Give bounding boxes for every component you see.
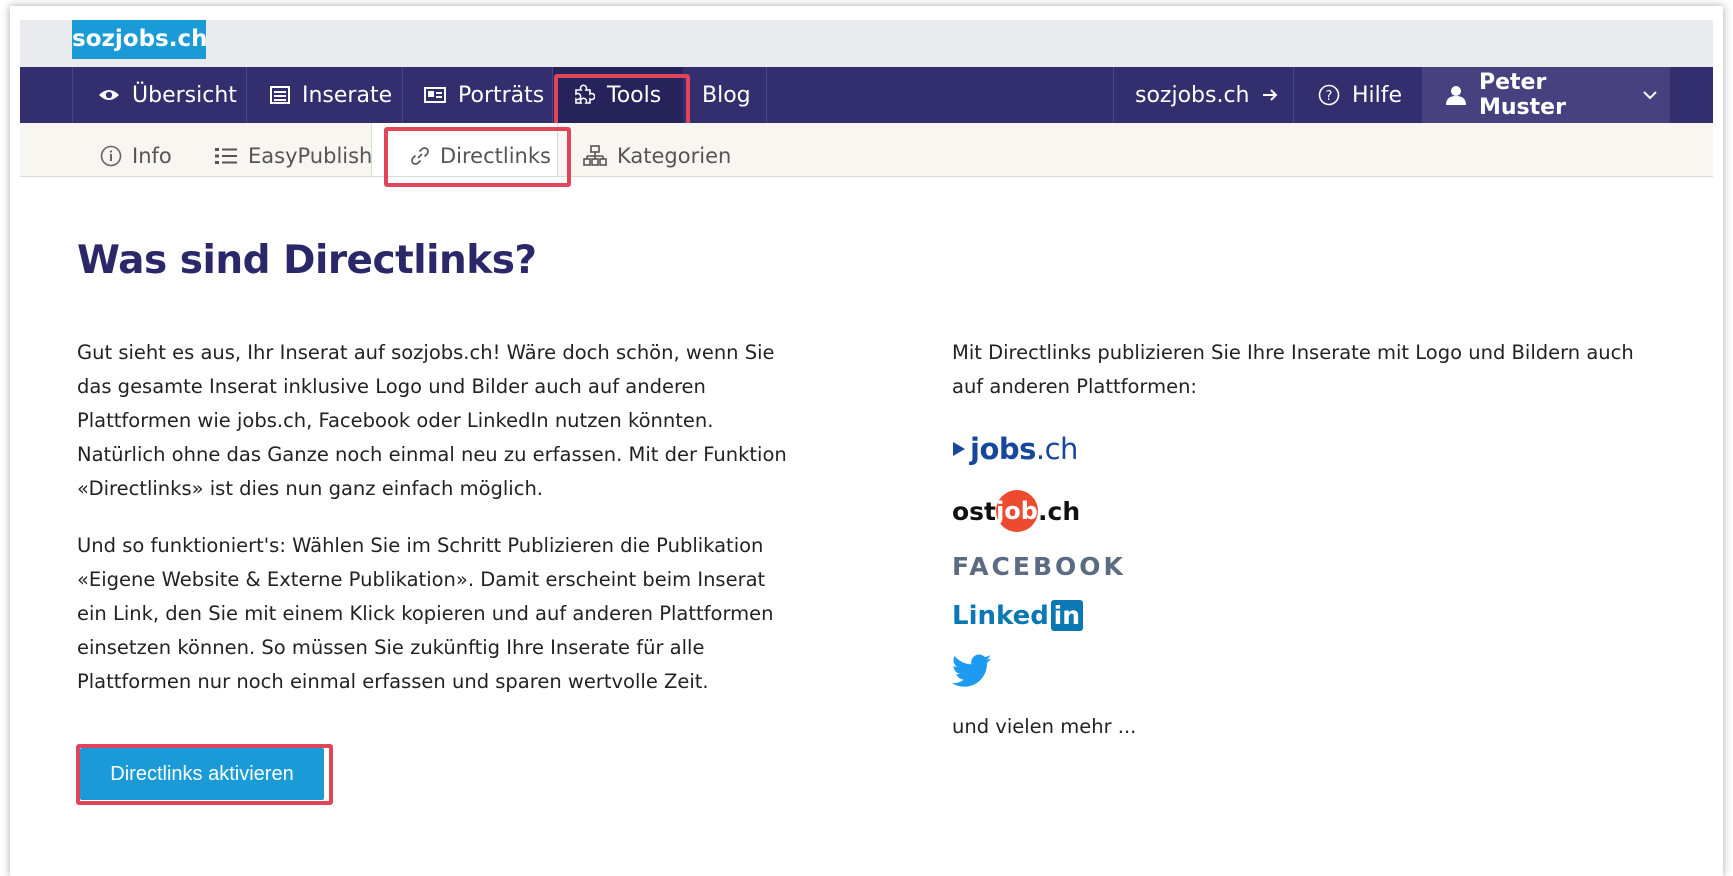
- question-circle-icon: ?: [1318, 84, 1340, 106]
- nav-item-uebersicht[interactable]: Übersicht: [98, 67, 237, 123]
- nav-label: Blog: [702, 82, 751, 108]
- subnav-item-easypublish[interactable]: EasyPublish: [214, 129, 372, 182]
- twitter-bird-icon: [951, 654, 992, 692]
- user-name: Peter Muster: [1479, 70, 1566, 120]
- chevron-down-icon: [1642, 90, 1658, 100]
- eye-icon: [98, 88, 120, 102]
- text-line: Und so funktioniert's: Wählen Sie im Sch…: [77, 534, 764, 557]
- text-line: einsetzen können. So müssen Sie zukünfti…: [77, 636, 705, 659]
- linkedin-logo: Linked in: [952, 600, 1083, 631]
- facebook-logo: FACEBOOK: [952, 552, 1126, 581]
- text-line: Plattformen nur noch einmal erfassen und…: [77, 670, 709, 693]
- site-link-label: sozjobs.ch: [1135, 82, 1250, 108]
- text-line: auf anderen Plattformen:: [952, 375, 1198, 398]
- list-box-icon: [270, 86, 290, 104]
- user-icon: [1445, 84, 1467, 106]
- nav-label: Porträts: [458, 82, 545, 108]
- nav-item-inserate[interactable]: Inserate: [270, 67, 392, 123]
- help-label: Hilfe: [1352, 82, 1403, 108]
- brand-logo[interactable]: sozjobs.ch: [72, 20, 207, 59]
- jobs-ch-logo: jobs .ch: [952, 432, 1078, 466]
- nav-label: Übersicht: [132, 82, 237, 108]
- main-nav: Übersicht Inserate Porträts Tools Blog s…: [20, 67, 1713, 123]
- directlinks-highlight: [384, 127, 571, 187]
- svg-text:?: ?: [1326, 89, 1333, 104]
- list-icon: [214, 146, 238, 166]
- site-link[interactable]: sozjobs.ch: [1135, 67, 1278, 123]
- text-line: ein Link, den Sie mit einem Klick kopier…: [77, 602, 774, 625]
- howto-paragraph: Und so funktioniert's: Wählen Sie im Sch…: [77, 529, 773, 699]
- info-circle-icon: [100, 145, 122, 167]
- arrow-right-icon: [1262, 88, 1278, 102]
- button-highlight: [76, 744, 333, 805]
- text-line: «Eigene Website & Externe Publikation». …: [77, 568, 766, 591]
- text-line: Gut sieht es aus, Ihr Inserat auf sozjob…: [77, 341, 775, 364]
- id-card-icon: [424, 87, 446, 103]
- nav-label: Inserate: [302, 82, 393, 108]
- subnav-item-kategorien[interactable]: Kategorien: [583, 129, 731, 182]
- tools-highlight: [554, 74, 690, 129]
- text-line: «Directlinks» ist dies nun ganz einfach …: [77, 477, 544, 500]
- subnav-label: Kategorien: [617, 143, 732, 168]
- top-strip: [20, 20, 1713, 72]
- text-line: Plattformen wie jobs.ch, Facebook oder L…: [77, 409, 714, 432]
- intro-paragraph: Gut sieht es aus, Ihr Inserat auf sozjob…: [77, 336, 787, 506]
- page-title: Was sind Directlinks?: [77, 238, 537, 283]
- nav-item-portraets[interactable]: Porträts: [424, 67, 544, 123]
- right-intro: Mit Directlinks publizieren Sie Ihre Ins…: [952, 336, 1634, 404]
- sitemap-icon: [583, 144, 607, 167]
- help-link[interactable]: ? Hilfe: [1318, 67, 1402, 123]
- text-line: das gesamte Inserat inklusive Logo und B…: [77, 375, 706, 398]
- subnav-label: Info: [132, 143, 172, 168]
- user-menu[interactable]: Peter Muster: [1423, 67, 1670, 123]
- subnav-item-info[interactable]: Info: [100, 129, 172, 182]
- subnav-label: EasyPublish: [248, 143, 373, 168]
- play-icon: [952, 441, 966, 457]
- nav-item-blog[interactable]: Blog: [702, 67, 751, 123]
- text-line: Mit Directlinks publizieren Sie Ihre Ins…: [952, 341, 1634, 364]
- more-platforms-text: und vielen mehr ...: [952, 715, 1137, 738]
- text-line: Natürlich ohne das Ganze noch einmal neu…: [77, 443, 787, 466]
- ostjob-ch-logo: ost job .ch: [952, 489, 1080, 533]
